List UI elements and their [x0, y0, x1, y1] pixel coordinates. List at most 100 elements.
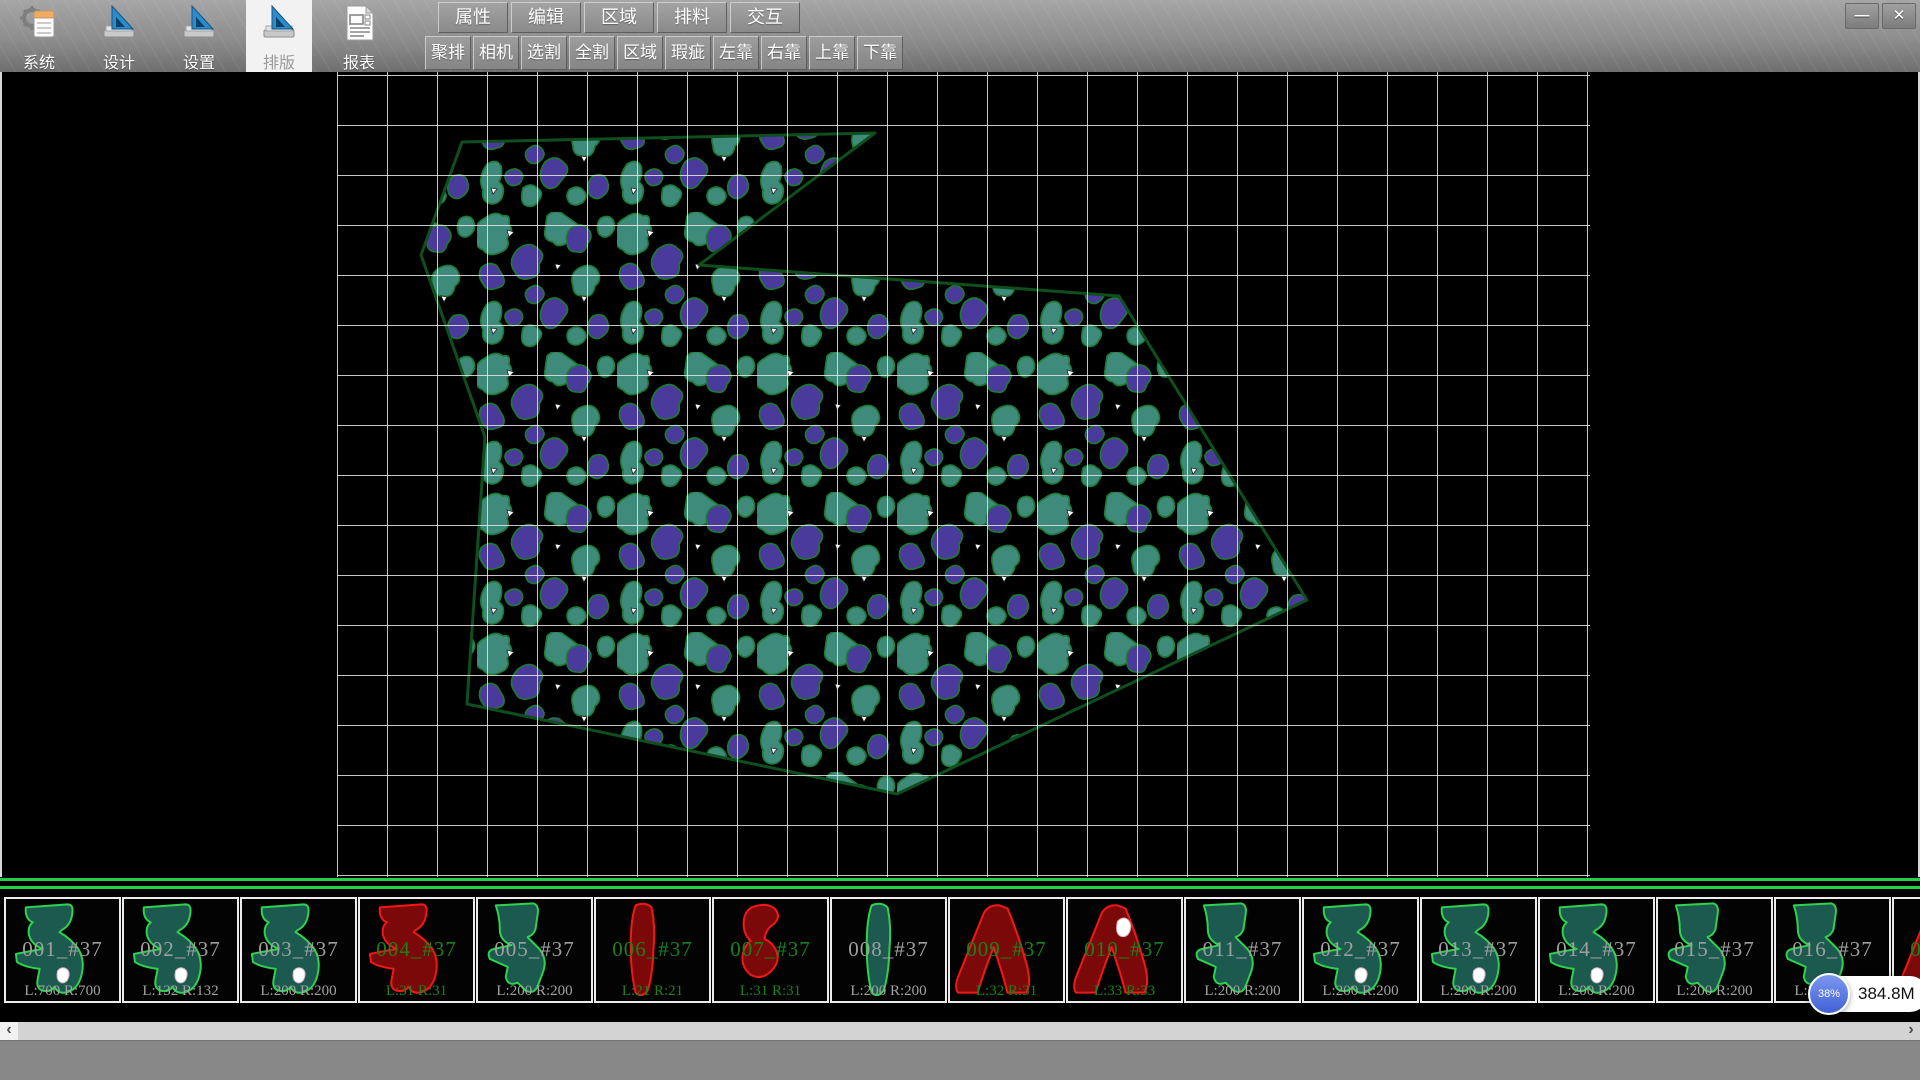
- tool-button[interactable]: 左靠: [713, 36, 759, 70]
- piece-lr-count: L:200 R:200: [478, 983, 591, 1000]
- piece-thumbnail[interactable]: 004_#37 L:31 R:31: [358, 897, 475, 1003]
- mode-button[interactable]: 系统: [6, 0, 72, 72]
- menu-tab[interactable]: 属性: [438, 2, 508, 33]
- menu-tab-label: 交互: [747, 7, 783, 27]
- piece-thumbnail[interactable]: 010_#37 L:33 R:33: [1066, 897, 1183, 1003]
- piece-thumbnail[interactable]: 003_#37 L:200 R:200: [240, 897, 357, 1003]
- piece-id-label: 011_#37: [1186, 937, 1299, 962]
- strip-divider-line: [0, 886, 1920, 889]
- horizontal-scrollbar[interactable]: ‹ ›: [0, 1022, 1920, 1040]
- piece-id-label: 004_#37: [360, 937, 473, 962]
- piece-id-label: 005_#37: [478, 937, 591, 962]
- tool-button[interactable]: 上靠: [809, 36, 855, 70]
- strip-divider-line: [0, 878, 1920, 881]
- tool-button-label: 全割: [575, 43, 609, 62]
- piece-lr-count: L:200 R:200: [1304, 983, 1417, 1000]
- tool-button[interactable]: 下靠: [857, 36, 903, 70]
- piece-thumbnail[interactable]: 015_#37 L:200 R:200: [1656, 897, 1773, 1003]
- piece-id-label: 001_#37: [6, 937, 119, 962]
- piece-thumbnail[interactable]: 009_#37 L:32 R:31: [948, 897, 1065, 1003]
- memory-status-badge: 384.8M 38%: [1808, 972, 1920, 1018]
- mode-button[interactable]: 设计: [86, 0, 152, 72]
- menu-tab[interactable]: 区域: [584, 2, 654, 33]
- tool-button-label: 相机: [479, 43, 513, 62]
- piece-thumbnail[interactable]: 002_#37 L:132 R:132: [122, 897, 239, 1003]
- tool-button-label: 右靠: [767, 43, 801, 62]
- piece-lr-count: L:200 R:200: [1422, 983, 1535, 1000]
- scroll-left-arrow-icon[interactable]: ‹: [0, 1022, 18, 1040]
- piece-id-label: 002_#37: [124, 937, 237, 962]
- canvas-area: [0, 72, 1920, 877]
- piece-lr-count: L:200 R:200: [1540, 983, 1653, 1000]
- piece-id-label: 008_#37: [832, 937, 945, 962]
- piece-thumbnail[interactable]: 008_#37 L:200 R:200: [830, 897, 947, 1003]
- close-icon[interactable]: ✕: [1882, 3, 1916, 29]
- memory-percent-indicator: 38%: [1808, 973, 1850, 1015]
- tool-button[interactable]: 选割: [521, 36, 567, 70]
- tool-button[interactable]: 相机: [473, 36, 519, 70]
- piece-thumbnail[interactable]: 005_#37 L:200 R:200: [476, 897, 593, 1003]
- piece-thumbnail[interactable]: 013_#37 L:200 R:200: [1420, 897, 1537, 1003]
- menu-tab-label: 编辑: [528, 7, 564, 27]
- piece-id-label: 017_#37: [1894, 937, 1920, 962]
- piece-lr-count: L:200 R:200: [832, 983, 945, 1000]
- piece-id-label: 012_#37: [1304, 937, 1417, 962]
- mode-button-label: 系统: [23, 49, 55, 72]
- main-toolbar: 系统 设计 设置 排版 报表 属性 编辑: [0, 0, 1920, 72]
- minimize-icon[interactable]: —: [1845, 3, 1879, 29]
- report-icon: [339, 3, 379, 43]
- piece-id-label: 014_#37: [1540, 937, 1653, 962]
- piece-lr-count: L:33 R:33: [1068, 983, 1181, 1000]
- window-controls: — ✕: [1845, 3, 1916, 29]
- piece-thumbnail[interactable]: 006_#37 L:21 R:21: [594, 897, 711, 1003]
- piece-thumbnail[interactable]: 001_#37 L:700 R:700: [4, 897, 121, 1003]
- mode-button[interactable]: 报表: [326, 0, 392, 72]
- nested-hide-drawing: [337, 72, 1590, 877]
- tool-button-label: 选割: [527, 43, 561, 62]
- piece-id-label: 016_#37: [1776, 937, 1889, 962]
- tool-button-label: 区域: [623, 43, 657, 62]
- tool-button-row: 聚排 相机 选割 全割 区域 瑕疵 左靠 右靠 上靠 下靠: [425, 36, 903, 70]
- tool-button[interactable]: 全割: [569, 36, 615, 70]
- piece-id-label: 006_#37: [596, 937, 709, 962]
- tool-button[interactable]: 聚排: [425, 36, 471, 70]
- piece-thumbnail-list: 001_#37 L:700 R:700 002_#37 L:132 R:132 …: [4, 897, 1920, 1003]
- menu-tab-label: 区域: [601, 7, 637, 27]
- menu-tab[interactable]: 编辑: [511, 2, 581, 33]
- scroll-right-arrow-icon[interactable]: ›: [1902, 1022, 1920, 1040]
- piece-thumbnail[interactable]: 012_#37 L:200 R:200: [1302, 897, 1419, 1003]
- leather-hide-shape[interactable]: [421, 133, 1307, 794]
- menu-tab[interactable]: 交互: [730, 2, 800, 33]
- piece-lr-count: L:200 R:200: [1658, 983, 1771, 1000]
- piece-id-label: 009_#37: [950, 937, 1063, 962]
- system-icon: [19, 3, 59, 43]
- piece-id-label: 007_#37: [714, 937, 827, 962]
- piece-id-label: 013_#37: [1422, 937, 1535, 962]
- piece-lr-count: L:21 R:21: [596, 983, 709, 1000]
- piece-lr-count: L:132 R:132: [124, 983, 237, 1000]
- menu-tab-row: 属性 编辑 区域 排料 交互: [438, 2, 800, 33]
- mode-button-label: 排版: [263, 49, 295, 72]
- mode-button-label: 设置: [183, 49, 215, 72]
- design-icon: [99, 3, 139, 43]
- mode-button[interactable]: 设置: [166, 0, 232, 72]
- mode-buttons: 系统 设计 设置 排版 报表: [6, 0, 392, 72]
- settings-icon: [179, 3, 219, 43]
- mode-button-label: 设计: [103, 49, 135, 72]
- menu-tab[interactable]: 排料: [657, 2, 727, 33]
- nesting-app-window: 系统 设计 设置 排版 报表 属性 编辑: [0, 0, 1920, 1080]
- nesting-canvas[interactable]: [337, 72, 1590, 877]
- piece-id-label: 015_#37: [1658, 937, 1771, 962]
- piece-lr-count: L:200 R:200: [242, 983, 355, 1000]
- tool-button[interactable]: 瑕疵: [665, 36, 711, 70]
- tool-button-label: 聚排: [431, 43, 465, 62]
- tool-button[interactable]: 右靠: [761, 36, 807, 70]
- tool-button[interactable]: 区域: [617, 36, 663, 70]
- tool-button-label: 上靠: [815, 43, 849, 62]
- piece-thumbnail[interactable]: 007_#37 L:31 R:31: [712, 897, 829, 1003]
- piece-thumbnail[interactable]: 014_#37 L:200 R:200: [1538, 897, 1655, 1003]
- tool-button-label: 瑕疵: [671, 43, 705, 62]
- menu-tab-label: 排料: [674, 7, 710, 27]
- mode-button[interactable]: 排版: [246, 0, 312, 72]
- piece-thumbnail[interactable]: 011_#37 L:200 R:200: [1184, 897, 1301, 1003]
